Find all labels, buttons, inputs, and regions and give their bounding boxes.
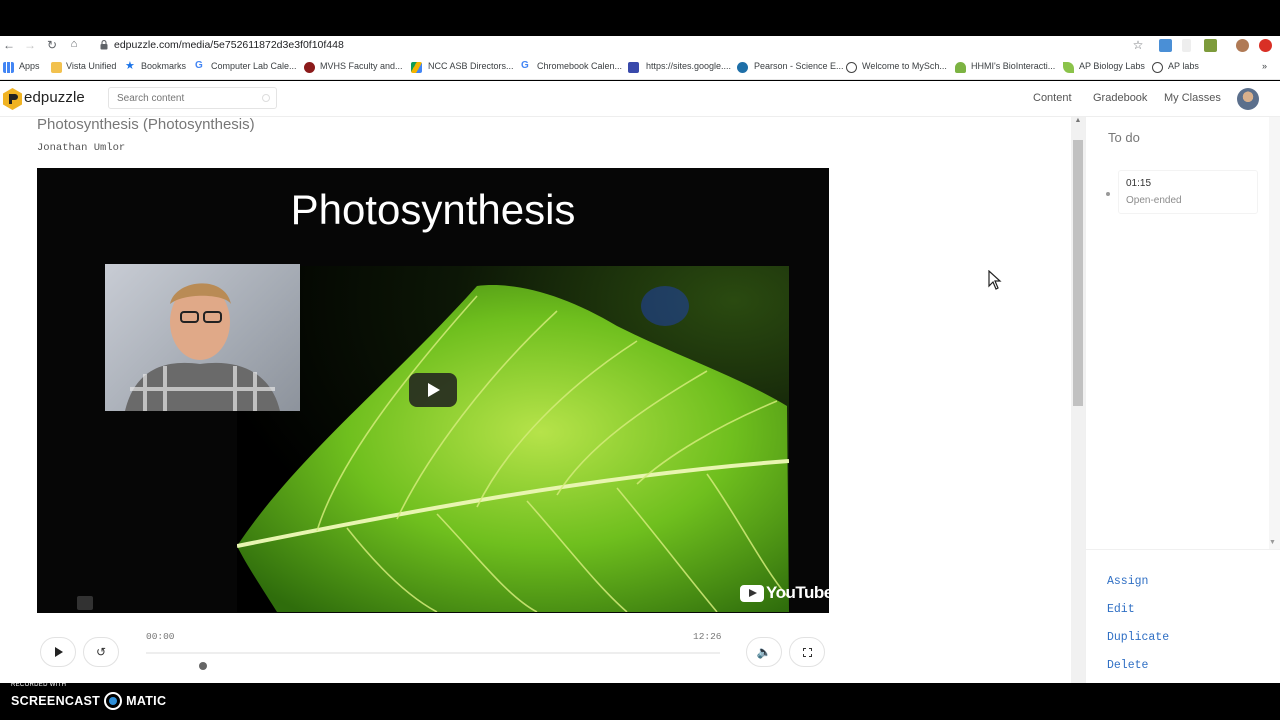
play-icon xyxy=(428,383,440,397)
creator-name: Jonathan Umlor xyxy=(37,142,126,154)
question-type: Open-ended xyxy=(1126,195,1182,206)
bookmark-item[interactable]: Bookmarks xyxy=(141,61,186,71)
rewind-icon: ↺ xyxy=(95,645,107,659)
progress-bar[interactable] xyxy=(146,652,720,654)
logo-text[interactable]: edpuzzle xyxy=(24,89,85,106)
profile-avatar-icon[interactable] xyxy=(1236,39,1249,52)
more-bookmarks-icon[interactable]: » xyxy=(1262,61,1267,71)
edpuzzle-logo-icon[interactable] xyxy=(3,88,22,110)
bookmark-item[interactable]: MVHS Faculty and... xyxy=(320,61,403,71)
bookmark-item[interactable]: AP Biology Labs xyxy=(1079,61,1145,71)
play-icon xyxy=(55,647,63,657)
rewind-button[interactable]: ↺ xyxy=(83,637,119,667)
edit-button[interactable]: Edit xyxy=(1107,603,1135,616)
youtube-logo-icon xyxy=(740,584,764,602)
recorder-right-text: MATIC xyxy=(126,694,167,708)
nav-content[interactable]: Content xyxy=(1033,92,1072,104)
info-icon[interactable] xyxy=(77,596,93,610)
pearson-icon xyxy=(737,62,748,73)
folder-icon xyxy=(51,62,62,73)
google-icon: G xyxy=(195,60,203,71)
url-text[interactable]: edpuzzle.com/media/5e752611872d3e3f0f10f… xyxy=(114,39,344,51)
play-overlay-button[interactable] xyxy=(409,373,457,407)
bookmark-item[interactable]: https://sites.google.... xyxy=(646,61,731,71)
extension-icon[interactable] xyxy=(1182,39,1191,52)
screen: ← → ↻ ⌂ edpuzzle.com/media/5e752611872d3… xyxy=(0,0,1280,720)
video-player[interactable]: Photosynthesis YouTube xyxy=(37,168,829,613)
sites-icon xyxy=(628,62,639,73)
youtube-text: YouTube xyxy=(766,583,829,602)
todo-sidebar: To do 01:15 Open-ended xyxy=(1085,117,1280,683)
fullscreen-icon xyxy=(802,647,812,657)
scrollbar-thumb[interactable] xyxy=(1073,140,1083,406)
bookmark-item[interactable]: NCC ASB Directors... xyxy=(428,61,514,71)
slide-title: Photosynthesis xyxy=(290,186,576,233)
leaf-image xyxy=(237,266,789,612)
record-icon xyxy=(104,692,123,710)
youtube-watermark[interactable]: YouTube xyxy=(740,583,829,603)
leaf-icon xyxy=(1063,62,1074,73)
google-icon: G xyxy=(521,60,529,71)
globe-icon xyxy=(1152,62,1163,73)
mouse-cursor-icon xyxy=(988,270,1002,290)
recorder-logo: SCREENCAST MATIC xyxy=(11,692,166,710)
question-card[interactable]: 01:15 Open-ended xyxy=(1118,170,1258,214)
nav-my-classes[interactable]: My Classes xyxy=(1164,92,1221,104)
volume-icon: 🔈 xyxy=(756,645,772,659)
leaf-illustration xyxy=(237,285,789,612)
bookmark-item[interactable]: Pearson - Science E... xyxy=(754,61,844,71)
home-icon[interactable]: ⌂ xyxy=(67,38,81,50)
avatar[interactable] xyxy=(1237,88,1259,110)
globe-icon xyxy=(846,62,857,73)
search-input[interactable] xyxy=(108,87,277,109)
blocker-extension-icon[interactable] xyxy=(1259,39,1272,52)
back-arrow-icon[interactable]: ← xyxy=(2,38,16,52)
divider xyxy=(1085,549,1280,550)
bookmark-item[interactable]: Vista Unified xyxy=(66,61,116,71)
search-icon[interactable] xyxy=(262,94,270,102)
play-button[interactable] xyxy=(40,637,76,667)
recorder-left-text: SCREENCAST xyxy=(11,694,101,708)
video-title: Photosynthesis (Photosynthesis) xyxy=(37,116,255,133)
bookmark-item[interactable]: Welcome to MySch... xyxy=(862,61,947,71)
forward-arrow-icon[interactable]: → xyxy=(23,38,37,52)
recorder-caption: RECORDED WITH xyxy=(11,682,67,688)
nav-gradebook[interactable]: Gradebook xyxy=(1093,92,1147,104)
bookmark-item[interactable]: Computer Lab Cale... xyxy=(211,61,297,71)
reload-icon[interactable]: ↻ xyxy=(45,38,59,52)
question-time: 01:15 xyxy=(1126,178,1152,189)
extension-icon[interactable] xyxy=(1159,39,1172,52)
progress-handle[interactable] xyxy=(199,662,208,670)
drive-icon xyxy=(411,62,422,73)
assign-button[interactable]: Assign xyxy=(1107,575,1148,588)
bookmark-item[interactable]: AP labs xyxy=(1168,61,1199,71)
extension-icon[interactable] xyxy=(1204,39,1217,52)
volume-button[interactable]: 🔈 xyxy=(746,637,782,667)
fullscreen-button[interactable] xyxy=(789,637,825,667)
lock-icon xyxy=(100,40,108,50)
bookmark-item[interactable]: Chromebook Calen... xyxy=(537,61,622,71)
app-header: edpuzzle Content Gradebook My Classes xyxy=(0,81,1280,117)
main-content: Photosynthesis (Photosynthesis) Jonathan… xyxy=(0,116,1085,683)
duplicate-button[interactable]: Duplicate xyxy=(1107,631,1169,644)
star-icon: ★ xyxy=(125,60,135,72)
presenter-illustration xyxy=(125,283,280,411)
bookmark-star-icon[interactable]: ☆ xyxy=(1131,38,1145,52)
scroll-down-arrow-icon[interactable]: ▼ xyxy=(1269,539,1276,546)
current-time: 00:00 xyxy=(146,631,175,642)
todo-title: To do xyxy=(1108,130,1140,145)
sidebar-scrollbar[interactable] xyxy=(1269,117,1280,549)
hhmi-icon xyxy=(955,62,966,73)
browser-address-bar: ← → ↻ ⌂ edpuzzle.com/media/5e752611872d3… xyxy=(0,36,1280,56)
apps-grid-icon xyxy=(3,62,14,73)
school-crest-icon xyxy=(304,62,315,73)
scroll-up-arrow-icon[interactable]: ▲ xyxy=(1071,117,1085,129)
bookmark-item[interactable]: Apps xyxy=(19,61,40,71)
question-marker-dot xyxy=(1106,192,1110,196)
delete-button[interactable]: Delete xyxy=(1107,659,1148,672)
bookmarks-bar: Apps Vista Unified ★ Bookmarks G Compute… xyxy=(0,56,1280,80)
presenter-webcam xyxy=(105,264,300,411)
bookmark-item[interactable]: HHMI's BioInteracti... xyxy=(971,61,1055,71)
total-duration: 12:26 xyxy=(693,631,722,642)
